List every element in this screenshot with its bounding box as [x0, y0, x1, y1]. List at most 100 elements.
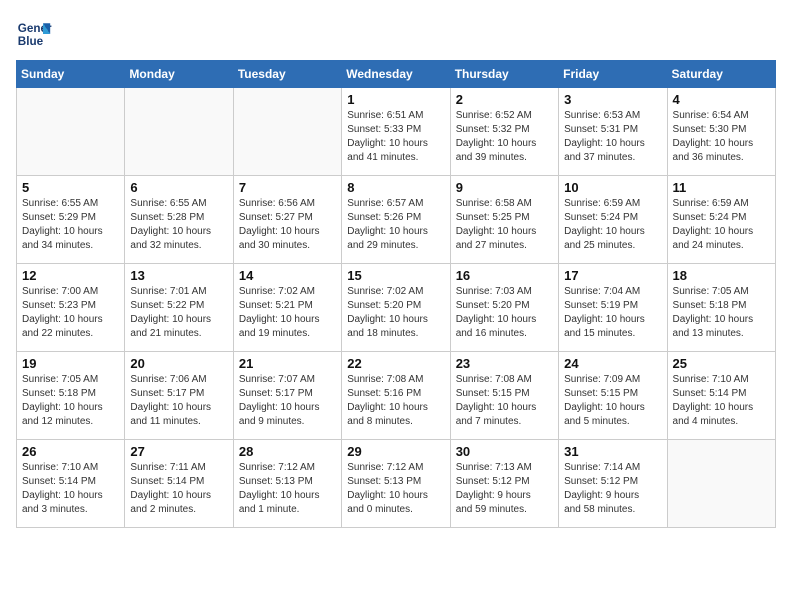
day-number: 17 [564, 268, 661, 283]
week-row-2: 5Sunrise: 6:55 AM Sunset: 5:29 PM Daylig… [17, 176, 776, 264]
day-number: 31 [564, 444, 661, 459]
header-day-thursday: Thursday [450, 61, 558, 88]
day-number: 11 [673, 180, 770, 195]
calendar-cell: 22 Sunrise: 7:08 AM Sunset: 5:16 PM Dayli… [342, 352, 450, 440]
calendar-cell: 27 Sunrise: 7:11 AM Sunset: 5:14 PM Dayli… [125, 440, 233, 528]
day-info: Sunrise: 7:11 AM Sunset: 5:14 PM Dayligh… [130, 461, 227, 517]
calendar-cell: 14 Sunrise: 7:02 AM Sunset: 5:21 PM Dayli… [233, 264, 341, 352]
header-day-wednesday: Wednesday [342, 61, 450, 88]
day-info: Sunrise: 7:06 AM Sunset: 5:17 PM Dayligh… [130, 373, 227, 429]
calendar-cell: 8 Sunrise: 6:57 AM Sunset: 5:26 PM Daylig… [342, 176, 450, 264]
day-number: 27 [130, 444, 227, 459]
day-number: 23 [456, 356, 553, 371]
calendar-cell: 5Sunrise: 6:55 AM Sunset: 5:29 PM Daylig… [17, 176, 125, 264]
calendar-cell: 16Sunrise: 7:03 AM Sunset: 5:20 PM Dayli… [450, 264, 558, 352]
day-info: Sunrise: 6:58 AM Sunset: 5:25 PM Dayligh… [456, 197, 553, 253]
day-info: Sunrise: 7:13 AM Sunset: 5:12 PM Dayligh… [456, 461, 553, 517]
day-info: Sunrise: 7:12 AM Sunset: 5:13 PM Dayligh… [347, 461, 444, 517]
calendar-cell: 24Sunrise: 7:09 AM Sunset: 5:15 PM Dayli… [559, 352, 667, 440]
calendar-cell: 9 Sunrise: 6:58 AM Sunset: 5:25 PM Daylig… [450, 176, 558, 264]
day-number: 25 [673, 356, 770, 371]
day-number: 21 [239, 356, 336, 371]
day-number: 4 [673, 92, 770, 107]
page-header: General Blue [16, 16, 776, 52]
calendar-cell: 18 Sunrise: 7:05 AM Sunset: 5:18 PM Dayli… [667, 264, 775, 352]
day-number: 14 [239, 268, 336, 283]
day-number: 1 [347, 92, 444, 107]
calendar-cell: 31Sunrise: 7:14 AM Sunset: 5:12 PM Dayli… [559, 440, 667, 528]
logo-icon: General Blue [16, 16, 52, 52]
header-day-friday: Friday [559, 61, 667, 88]
calendar-table: SundayMondayTuesdayWednesdayThursdayFrid… [16, 60, 776, 528]
day-number: 13 [130, 268, 227, 283]
calendar-cell: 12 Sunrise: 7:00 AM Sunset: 5:23 PM Dayli… [17, 264, 125, 352]
calendar-cell: 2Sunrise: 6:52 AM Sunset: 5:32 PM Daylig… [450, 88, 558, 176]
day-info: Sunrise: 7:05 AM Sunset: 5:18 PM Dayligh… [22, 373, 119, 429]
day-number: 12 [22, 268, 119, 283]
calendar-cell: 3 Sunrise: 6:53 AM Sunset: 5:31 PM Daylig… [559, 88, 667, 176]
day-info: Sunrise: 6:53 AM Sunset: 5:31 PM Dayligh… [564, 109, 661, 165]
day-number: 2 [456, 92, 553, 107]
week-row-5: 26 Sunrise: 7:10 AM Sunset: 5:14 PM Dayli… [17, 440, 776, 528]
calendar-cell: 13 Sunrise: 7:01 AM Sunset: 5:22 PM Dayli… [125, 264, 233, 352]
day-info: Sunrise: 7:02 AM Sunset: 5:20 PM Dayligh… [347, 285, 444, 341]
calendar-cell: 1 Sunrise: 6:51 AM Sunset: 5:33 PM Daylig… [342, 88, 450, 176]
day-info: Sunrise: 7:10 AM Sunset: 5:14 PM Dayligh… [22, 461, 119, 517]
calendar-cell: 6Sunrise: 6:55 AM Sunset: 5:28 PM Daylig… [125, 176, 233, 264]
day-number: 26 [22, 444, 119, 459]
day-info: Sunrise: 6:55 AM Sunset: 5:29 PM Dayligh… [22, 197, 119, 253]
logo: General Blue [16, 16, 56, 52]
day-number: 8 [347, 180, 444, 195]
header-day-tuesday: Tuesday [233, 61, 341, 88]
header-row: SundayMondayTuesdayWednesdayThursdayFrid… [17, 61, 776, 88]
day-number: 28 [239, 444, 336, 459]
calendar-cell: 20 Sunrise: 7:06 AM Sunset: 5:17 PM Dayli… [125, 352, 233, 440]
day-number: 19 [22, 356, 119, 371]
calendar-cell [667, 440, 775, 528]
day-number: 29 [347, 444, 444, 459]
calendar-cell: 30 Sunrise: 7:13 AM Sunset: 5:12 PM Dayli… [450, 440, 558, 528]
day-number: 30 [456, 444, 553, 459]
day-info: Sunrise: 7:05 AM Sunset: 5:18 PM Dayligh… [673, 285, 770, 341]
day-info: Sunrise: 7:01 AM Sunset: 5:22 PM Dayligh… [130, 285, 227, 341]
calendar-cell: 26 Sunrise: 7:10 AM Sunset: 5:14 PM Dayli… [17, 440, 125, 528]
day-number: 15 [347, 268, 444, 283]
calendar-cell [17, 88, 125, 176]
day-info: Sunrise: 6:55 AM Sunset: 5:28 PM Dayligh… [130, 197, 227, 253]
day-info: Sunrise: 7:00 AM Sunset: 5:23 PM Dayligh… [22, 285, 119, 341]
calendar-cell: 11Sunrise: 6:59 AM Sunset: 5:24 PM Dayli… [667, 176, 775, 264]
day-info: Sunrise: 6:59 AM Sunset: 5:24 PM Dayligh… [564, 197, 661, 253]
day-info: Sunrise: 7:12 AM Sunset: 5:13 PM Dayligh… [239, 461, 336, 517]
calendar-cell: 10 Sunrise: 6:59 AM Sunset: 5:24 PM Dayli… [559, 176, 667, 264]
header-day-sunday: Sunday [17, 61, 125, 88]
day-info: Sunrise: 6:51 AM Sunset: 5:33 PM Dayligh… [347, 109, 444, 165]
header-day-monday: Monday [125, 61, 233, 88]
day-info: Sunrise: 7:08 AM Sunset: 5:16 PM Dayligh… [347, 373, 444, 429]
week-row-4: 19 Sunrise: 7:05 AM Sunset: 5:18 PM Dayli… [17, 352, 776, 440]
calendar-cell: 19 Sunrise: 7:05 AM Sunset: 5:18 PM Dayli… [17, 352, 125, 440]
day-info: Sunrise: 7:07 AM Sunset: 5:17 PM Dayligh… [239, 373, 336, 429]
calendar-cell: 25Sunrise: 7:10 AM Sunset: 5:14 PM Dayli… [667, 352, 775, 440]
week-row-1: 1 Sunrise: 6:51 AM Sunset: 5:33 PM Daylig… [17, 88, 776, 176]
calendar-cell [125, 88, 233, 176]
day-number: 18 [673, 268, 770, 283]
svg-text:Blue: Blue [18, 35, 44, 48]
calendar-cell: 4Sunrise: 6:54 AM Sunset: 5:30 PM Daylig… [667, 88, 775, 176]
day-info: Sunrise: 6:57 AM Sunset: 5:26 PM Dayligh… [347, 197, 444, 253]
day-number: 20 [130, 356, 227, 371]
day-number: 22 [347, 356, 444, 371]
calendar-cell [233, 88, 341, 176]
day-number: 9 [456, 180, 553, 195]
day-info: Sunrise: 7:04 AM Sunset: 5:19 PM Dayligh… [564, 285, 661, 341]
calendar-cell: 17 Sunrise: 7:04 AM Sunset: 5:19 PM Dayli… [559, 264, 667, 352]
calendar-cell: 15 Sunrise: 7:02 AM Sunset: 5:20 PM Dayli… [342, 264, 450, 352]
day-info: Sunrise: 6:56 AM Sunset: 5:27 PM Dayligh… [239, 197, 336, 253]
header-day-saturday: Saturday [667, 61, 775, 88]
day-number: 3 [564, 92, 661, 107]
calendar-cell: 7 Sunrise: 6:56 AM Sunset: 5:27 PM Daylig… [233, 176, 341, 264]
calendar-cell: 23Sunrise: 7:08 AM Sunset: 5:15 PM Dayli… [450, 352, 558, 440]
day-number: 10 [564, 180, 661, 195]
day-number: 7 [239, 180, 336, 195]
day-info: Sunrise: 7:02 AM Sunset: 5:21 PM Dayligh… [239, 285, 336, 341]
day-info: Sunrise: 7:03 AM Sunset: 5:20 PM Dayligh… [456, 285, 553, 341]
